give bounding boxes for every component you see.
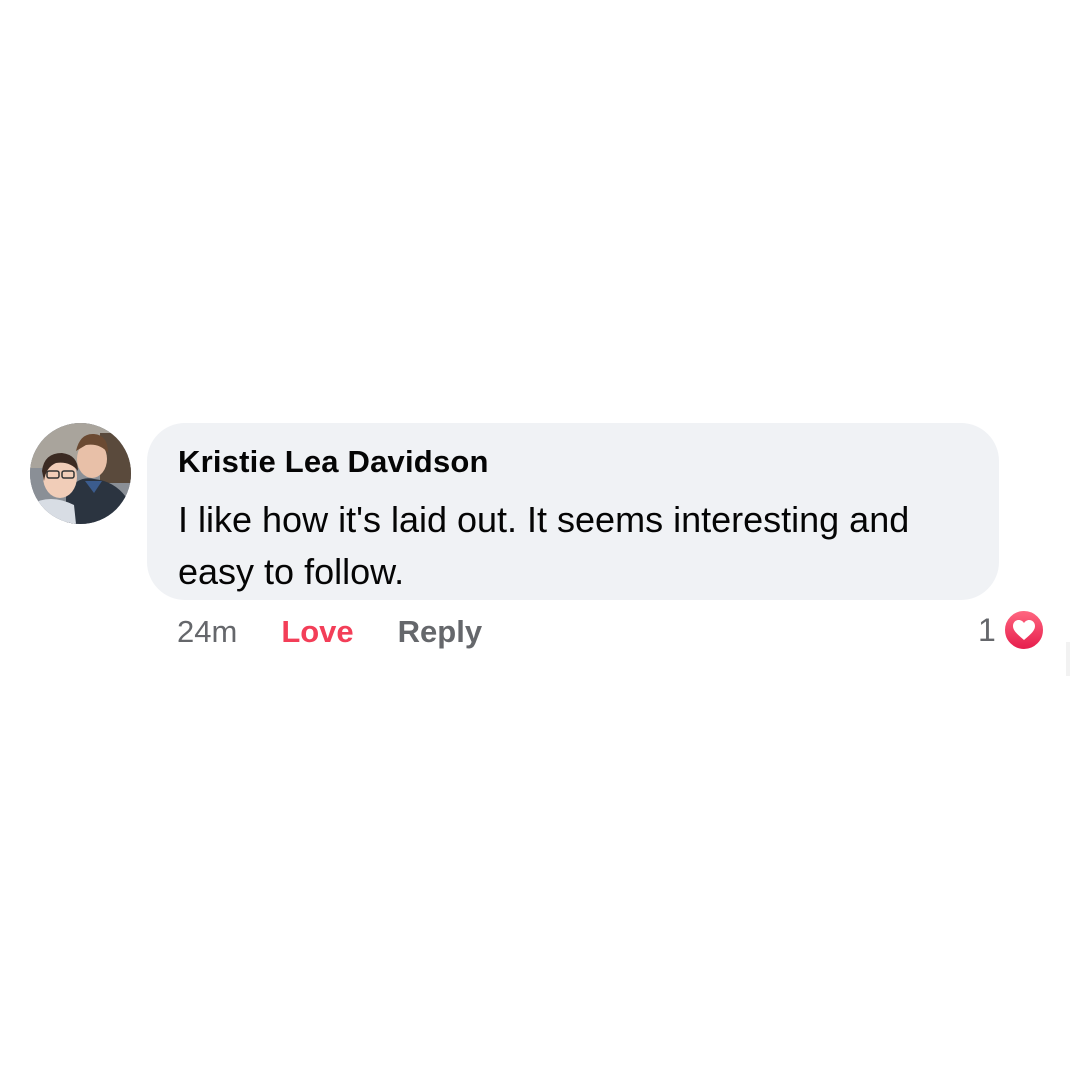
reply-button[interactable]: Reply bbox=[398, 614, 482, 650]
reaction-count: 1 bbox=[978, 611, 996, 648]
comment-screen: Kristie Lea Davidson I like how it's lai… bbox=[0, 0, 1080, 1080]
comment-timestamp[interactable]: 24m bbox=[177, 614, 237, 650]
avatar[interactable] bbox=[30, 423, 131, 524]
comment-text: I like how it's laid out. It seems inter… bbox=[178, 499, 910, 592]
heart-icon bbox=[1001, 608, 1046, 652]
comment-bubble: Kristie Lea Davidson I like how it's lai… bbox=[147, 423, 999, 600]
love-button[interactable]: Love bbox=[281, 614, 353, 650]
reaction-summary[interactable]: 1 bbox=[978, 608, 1046, 652]
comment-author[interactable]: Kristie Lea Davidson bbox=[178, 445, 969, 479]
comment-actions: 24m Love Reply bbox=[177, 612, 482, 652]
scroll-indicator bbox=[1066, 642, 1070, 676]
avatar-photo bbox=[30, 423, 131, 524]
